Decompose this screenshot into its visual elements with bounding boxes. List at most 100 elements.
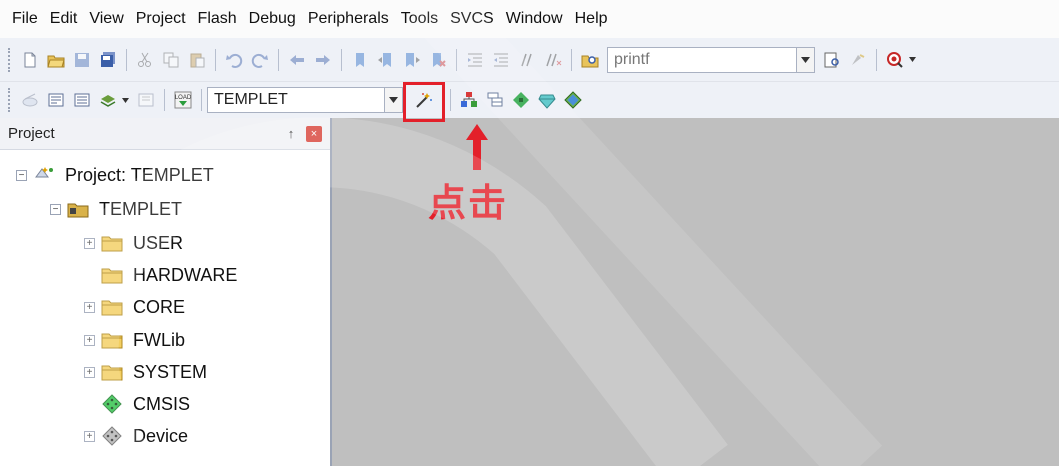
menu-view[interactable]: View (89, 10, 123, 28)
tree-node-label: CORE (133, 296, 186, 317)
copy-icon[interactable] (160, 49, 182, 71)
tree-node-group-system[interactable]: + SYSTEM (84, 357, 207, 387)
toolbar-separator (341, 48, 342, 71)
paste-icon[interactable] (186, 49, 208, 71)
pin-icon[interactable]: ↑ (282, 126, 300, 141)
save-all-icon[interactable] (97, 49, 119, 71)
tree-node-label: Project: TEMPLET (65, 164, 214, 185)
toolbar-separator (126, 48, 127, 71)
pack-installer-icon[interactable] (562, 89, 584, 111)
annotation-text: 点击 (428, 181, 509, 225)
previous-bookmark-icon[interactable] (375, 49, 397, 71)
toolbar-separator (215, 48, 216, 71)
toolbar-grip[interactable] (8, 47, 11, 72)
menu-flash[interactable]: Flash (198, 10, 237, 28)
expand-icon[interactable]: + (84, 366, 95, 378)
toolbar-grip[interactable] (8, 88, 11, 112)
highlight-box (403, 82, 445, 122)
insert-bookmark-icon[interactable] (349, 49, 371, 71)
menu-debug[interactable]: Debug (249, 10, 296, 28)
toolbar-separator (278, 48, 279, 71)
menu-bar: File Edit View Project Flash Debug Perip… (0, 0, 1059, 38)
unindent-icon[interactable] (490, 49, 512, 71)
target-folder-icon (67, 199, 89, 219)
translate-icon[interactable] (19, 89, 41, 111)
project-panel-title: Project (8, 125, 55, 142)
menu-project[interactable]: Project (136, 10, 186, 28)
chevron-down-icon[interactable] (908, 57, 916, 62)
collapse-icon[interactable]: − (16, 169, 27, 181)
tree-node-label: TEMPLET (99, 198, 183, 219)
chevron-down-icon[interactable] (121, 97, 129, 103)
folder-icon (101, 265, 123, 285)
debug-session-icon[interactable] (884, 49, 906, 71)
file-extensions-icon[interactable] (458, 89, 480, 111)
tree-node-label: FWLib (133, 329, 186, 350)
tree-node-component-device[interactable]: + Device (84, 421, 188, 451)
navigate-forward-icon[interactable] (312, 49, 334, 71)
navigate-back-icon[interactable] (286, 49, 308, 71)
close-icon[interactable]: × (306, 125, 322, 142)
folder-icon (101, 297, 123, 317)
toolbar-separator (164, 89, 165, 111)
tree-node-group-core[interactable]: + CORE (84, 292, 185, 322)
open-folder-icon[interactable] (45, 49, 67, 71)
rebuild-icon[interactable] (71, 89, 93, 111)
cmsis-green-diamond-icon (101, 394, 123, 414)
tree-node-group-user[interactable]: + USER (84, 228, 183, 258)
select-target-value: TEMPLET (214, 91, 288, 108)
tree-node-component-cmsis[interactable]: CMSIS (84, 389, 190, 419)
new-file-icon[interactable] (19, 49, 41, 71)
find-in-files-icon[interactable] (579, 49, 601, 71)
menu-edit[interactable]: Edit (50, 10, 78, 28)
tree-node-target[interactable]: − TEMPLET (50, 194, 182, 224)
menu-file[interactable]: File (12, 10, 38, 28)
annotation-arrow-icon (466, 124, 488, 170)
expand-icon[interactable]: + (84, 334, 95, 346)
find-combo[interactable]: printf (607, 46, 815, 73)
tree-node-group-hardware[interactable]: HARDWARE (84, 260, 237, 290)
menu-help[interactable]: Help (575, 10, 608, 28)
select-software-packs-icon[interactable] (536, 89, 558, 111)
build-icon[interactable] (45, 89, 67, 111)
chevron-down-icon[interactable] (384, 88, 402, 112)
menu-window[interactable]: Window (506, 10, 563, 28)
save-icon[interactable] (71, 49, 93, 71)
select-target-combo[interactable]: TEMPLET (207, 87, 403, 113)
tree-node-project[interactable]: − Project: TEMPLET (16, 160, 214, 190)
next-bookmark-icon[interactable] (401, 49, 423, 71)
clear-bookmarks-icon[interactable] (427, 49, 449, 71)
svg-text:LOAD: LOAD (175, 95, 192, 101)
find-combo-value: printf (614, 50, 650, 68)
expand-icon[interactable]: + (84, 237, 95, 249)
batch-build-icon[interactable] (97, 89, 119, 111)
menu-peripherals[interactable]: Peripherals (308, 10, 389, 28)
chevron-down-icon[interactable] (796, 47, 814, 72)
redo-icon[interactable] (249, 49, 271, 71)
cut-icon[interactable] (134, 49, 156, 71)
undo-icon[interactable] (223, 49, 245, 71)
menu-svcs[interactable]: SVCS (450, 10, 494, 28)
expand-icon[interactable]: + (84, 430, 95, 442)
file-toolbar: printf (0, 38, 1059, 82)
options-for-target-button[interactable] (403, 82, 445, 122)
tree-node-label: Device (133, 425, 189, 446)
folder-icon (101, 330, 123, 350)
toolbar-separator (201, 89, 202, 111)
build-toolbar: LOAD TEMPLET (0, 82, 1059, 122)
tree-node-label: USER (133, 232, 184, 253)
stop-build-icon[interactable] (135, 89, 157, 111)
tree-node-group-fwlib[interactable]: + FWLib (84, 325, 185, 355)
incremental-find-icon[interactable] (847, 49, 869, 71)
menu-tools[interactable]: Tools (401, 10, 438, 28)
project-panel-header: Project ↑ × (0, 118, 330, 150)
comment-icon[interactable] (516, 49, 538, 71)
collapse-icon[interactable]: − (50, 203, 61, 215)
uncomment-icon[interactable] (542, 49, 564, 71)
manage-project-items-icon[interactable] (484, 89, 506, 111)
find-icon[interactable] (821, 49, 843, 71)
indent-icon[interactable] (464, 49, 486, 71)
manage-run-time-environment-icon[interactable] (510, 89, 532, 111)
download-icon[interactable]: LOAD (172, 89, 194, 111)
expand-icon[interactable]: + (84, 301, 95, 313)
